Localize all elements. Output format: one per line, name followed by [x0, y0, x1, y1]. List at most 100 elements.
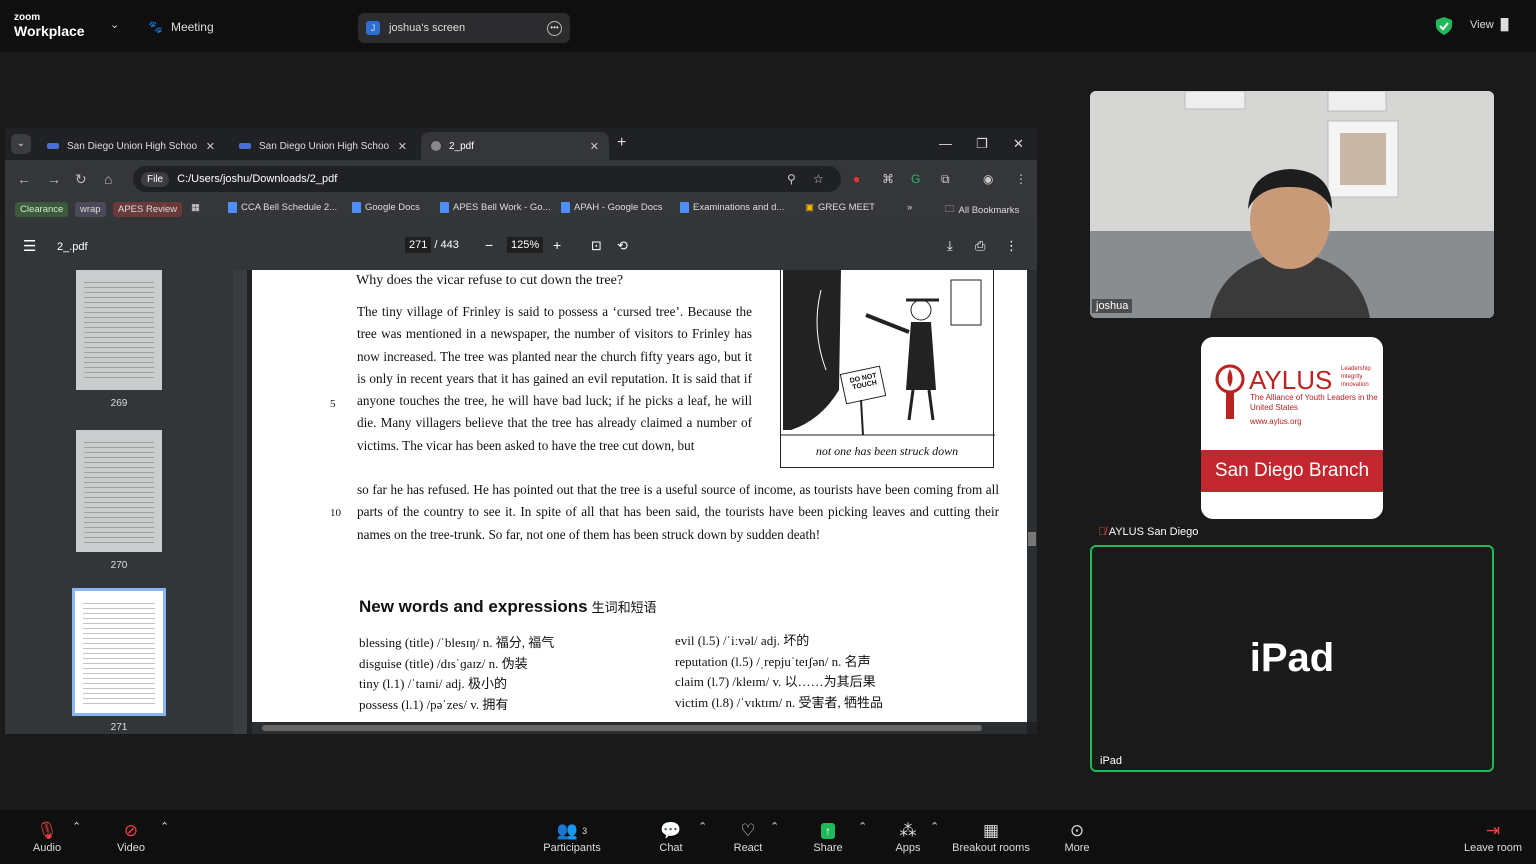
pdf-more-icon[interactable]: ⋮ [1005, 238, 1018, 254]
leave-room-button[interactable]: ⇥ Leave room [1462, 820, 1524, 854]
share-icon: ↑ [812, 820, 844, 842]
restore-icon[interactable]: ❐ [976, 136, 988, 152]
tab-search-icon[interactable]: ⌄ [11, 134, 31, 154]
home-icon[interactable]: ⌂ [104, 171, 112, 187]
extensions-icon[interactable]: ⧉ [941, 172, 950, 187]
scroll-thumb[interactable] [262, 725, 982, 731]
video-tile-ipad[interactable]: iPad iPad [1090, 545, 1494, 772]
thumbnail-page[interactable] [76, 270, 162, 390]
aylus-tagline: Leadership Integrity Innovation [1341, 366, 1371, 388]
bookmark-greg-meet[interactable]: ▣ GREG MEET [805, 202, 875, 213]
participants-button[interactable]: 👥 3 Participants [540, 820, 604, 854]
bookmark-label: All Bookmarks [958, 204, 1020, 216]
thumbnail-page-selected[interactable] [72, 588, 166, 716]
close-tab-icon[interactable]: ✕ [584, 140, 599, 153]
print-icon[interactable]: ⎙ [975, 238, 985, 254]
more-bookmarks-icon[interactable]: » [907, 202, 912, 213]
close-window-icon[interactable]: ✕ [1013, 136, 1024, 152]
zoom-logo-bottom: Workplace [14, 23, 85, 39]
fit-page-icon[interactable]: ⊡ [591, 238, 602, 254]
view-button[interactable]: View ▐▌ [1470, 19, 1512, 31]
pdf-vertical-scrollbar[interactable] [1027, 270, 1037, 722]
ublock-icon[interactable]: ● [853, 172, 860, 186]
video-options-chevron-icon[interactable]: ⌃ [160, 820, 169, 833]
grid-view-icon: ▐▌ [1496, 19, 1513, 31]
download-icon[interactable]: ⤓ [947, 238, 953, 254]
bookmark-apah[interactable]: APAH - Google Docs [561, 202, 663, 213]
share-button[interactable]: ↑ Share [812, 820, 844, 854]
participant-name: joshua [1092, 299, 1133, 313]
star-icon[interactable]: ☆ [813, 172, 824, 186]
all-bookmarks[interactable]: 🗀 All Bookmarks [945, 202, 1019, 218]
line-number: 5 [330, 398, 336, 410]
apps-button[interactable]: ⁂ Apps [892, 820, 924, 854]
video-label: Video [117, 842, 145, 854]
chevron-down-icon[interactable]: ⌄ [110, 18, 119, 31]
meeting-button[interactable]: 🐾 Meeting [148, 20, 214, 34]
profile-icon[interactable]: ◉ [983, 172, 993, 186]
participant-name-row: 🎙̸ AYLUS San Diego [1094, 525, 1202, 539]
back-icon[interactable]: ← [17, 171, 31, 187]
more-button[interactable]: ⊙ More [1062, 820, 1092, 854]
audio-button[interactable]: 🎙 Audio [28, 820, 66, 854]
forward-icon[interactable]: → [47, 171, 61, 187]
chat-options-chevron-icon[interactable]: ⌃ [698, 820, 707, 833]
bookmark-examinations[interactable]: Examinations and d... [680, 202, 784, 213]
sidebar-scrollbar[interactable] [233, 270, 247, 734]
rotate-icon[interactable]: ⟲ [617, 238, 628, 254]
browser-menu-icon[interactable]: ⋮ [1015, 172, 1027, 186]
vocab-item: disguise (title) /dɪsˈɡaɪz/ n. 伪装 [359, 655, 528, 671]
aylus-name: AYLUS [1249, 365, 1333, 395]
chat-button[interactable]: 💬 Chat [656, 820, 686, 854]
grammarly-icon[interactable]: G [911, 172, 920, 186]
apps-grid-icon[interactable]: ▦ [191, 202, 200, 213]
video-tile-aylus[interactable]: AYLUS Leadership Integrity Innovation Th… [1090, 327, 1494, 543]
bookmark-apes-bell[interactable]: APES Bell Work - Go... [440, 202, 551, 213]
pdf-title: 2_.pdf [57, 241, 88, 253]
vocab-item: claim (l.7) /kleɪm/ v. 以……为其后果 [675, 674, 876, 689]
tab-sduhsd-2[interactable]: San Diego Union High Schoo ✕ [229, 132, 417, 160]
video-tile-joshua[interactable]: joshua [1090, 91, 1494, 318]
reload-icon[interactable]: ↻ [75, 171, 87, 188]
tab-sduhsd-1[interactable]: San Diego Union High Schoo ✕ [37, 132, 225, 160]
shield-check-icon[interactable] [1436, 17, 1452, 35]
video-button[interactable]: ⊘ Video [112, 820, 150, 854]
heart-icon: ♡ [740, 821, 756, 840]
meet-icon: ▣ [805, 202, 814, 213]
zoom-icon[interactable]: ⚲ [787, 172, 796, 186]
zoom-in-icon[interactable]: + [553, 237, 561, 253]
share-options-chevron-icon[interactable]: ⌃ [858, 820, 867, 833]
bookmark-wrap[interactable]: wrap [75, 202, 106, 217]
hamburger-menu-icon[interactable]: ☰ [23, 237, 36, 255]
react-options-chevron-icon[interactable]: ⌃ [770, 820, 779, 833]
close-tab-icon[interactable]: ✕ [200, 140, 215, 153]
breakout-label: Breakout rooms [952, 842, 1030, 854]
bookmark-apes-review[interactable]: APES Review [113, 202, 183, 217]
shortcut-extension-icon[interactable]: ⌘ [882, 172, 894, 186]
new-tab-button[interactable]: + [617, 134, 626, 152]
apps-options-chevron-icon[interactable]: ⌃ [930, 820, 939, 833]
more-options-icon[interactable]: ••• [547, 20, 562, 36]
torch-icon [1215, 364, 1245, 419]
react-button[interactable]: ♡ React [732, 820, 764, 854]
bookmark-clearance[interactable]: Clearance [15, 202, 69, 217]
tab-pdf[interactable]: 2_pdf ✕ [421, 132, 609, 160]
tab-title: San Diego Union High Schoo [67, 140, 198, 152]
bookmark-cca-bell[interactable]: CCA Bell Schedule 2... [228, 202, 337, 213]
page-number-input[interactable]: 271 [405, 237, 432, 253]
pdf-horizontal-scrollbar[interactable] [252, 722, 1027, 734]
globe-icon [431, 141, 441, 151]
scroll-thumb[interactable] [1028, 532, 1036, 546]
zoom-out-icon[interactable]: − [485, 237, 493, 253]
audio-options-chevron-icon[interactable]: ⌃ [72, 820, 81, 833]
zoom-level[interactable]: 125% [507, 237, 544, 253]
close-tab-icon[interactable]: ✕ [392, 140, 407, 153]
shared-screen-pill[interactable]: J joshua's screen ••• [358, 13, 570, 43]
bookmark-google-docs[interactable]: Google Docs [352, 202, 420, 213]
more-label: More [1064, 842, 1090, 854]
minimize-icon[interactable]: — [939, 136, 952, 151]
pdf-page: Why does the vicar refuse to cut down th… [252, 270, 1027, 722]
breakout-rooms-button[interactable]: ▦ Breakout rooms [950, 820, 1032, 854]
thumbnail-page[interactable] [76, 430, 162, 552]
address-input[interactable]: File C:/Users/joshu/Downloads/2_pdf [133, 166, 841, 192]
